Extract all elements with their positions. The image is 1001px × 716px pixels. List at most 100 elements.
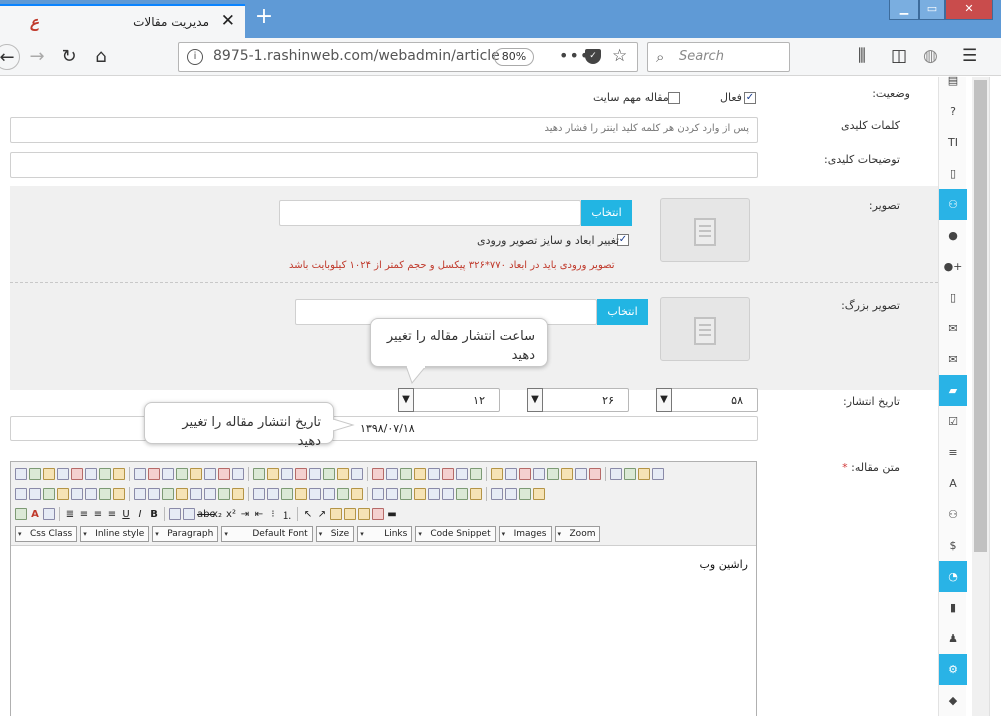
bg-color-icon[interactable]	[15, 508, 27, 520]
toolbar-button-icon[interactable]	[386, 488, 398, 500]
underline-icon[interactable]: U	[120, 509, 132, 520]
editor-combo-images[interactable]: ▾ Images	[498, 526, 552, 542]
align-right-icon[interactable]: ≡	[106, 509, 118, 520]
bookmark-star-icon[interactable]: ☆	[612, 46, 627, 66]
spellcheck-icon[interactable]	[169, 508, 181, 520]
big-image-choose-button[interactable]: انتخاب	[597, 299, 648, 325]
pointer-icon[interactable]: ↖	[302, 509, 314, 520]
editor-content-area[interactable]: راشین وب	[11, 546, 756, 716]
text-color-icon[interactable]: A	[29, 509, 41, 520]
toolbar-button-icon[interactable]	[456, 488, 468, 500]
toolbar-button-icon[interactable]	[428, 488, 440, 500]
toolbar-button-icon[interactable]	[29, 488, 41, 500]
italic-icon[interactable]: I	[134, 509, 146, 520]
browser-tab[interactable]: ع مدیریت مقالات ✕	[0, 4, 245, 38]
outdent-icon[interactable]: ⇤	[253, 509, 265, 520]
frame-icon[interactable]	[372, 508, 384, 520]
toolbar-button-icon[interactable]	[134, 468, 146, 480]
pocket-icon[interactable]: ✓	[585, 49, 601, 64]
toolbar-button-icon[interactable]	[519, 488, 531, 500]
reload-icon[interactable]: ↻	[56, 44, 82, 70]
horizontal-rule-icon[interactable]: ▬	[386, 509, 398, 520]
user-add-icon[interactable]: ●+	[939, 251, 967, 282]
comments-icon[interactable]: ✉	[939, 313, 967, 344]
editor-text[interactable]: راشین وب	[700, 558, 748, 571]
align-justify-icon[interactable]: ≣	[64, 509, 76, 520]
mobile-icon[interactable]: ▯	[939, 282, 967, 313]
check-square-icon[interactable]: ☑	[939, 406, 967, 437]
toolbar-button-icon[interactable]	[295, 488, 307, 500]
toolbar-button-icon[interactable]	[575, 468, 587, 480]
hour-select[interactable]: ▼ ۲۶	[527, 388, 629, 412]
toolbar-button-icon[interactable]	[71, 488, 83, 500]
toolbar-button-icon[interactable]	[505, 488, 517, 500]
toolbar-button-icon[interactable]	[519, 468, 531, 480]
envelope-icon[interactable]: ✉	[939, 344, 967, 375]
toolbar-button-icon[interactable]	[533, 468, 545, 480]
toolbar-button-icon[interactable]	[190, 488, 202, 500]
superscript-icon[interactable]: x²	[225, 509, 237, 520]
important-article-checkbox[interactable]	[668, 92, 680, 104]
group-icon[interactable]: ⚇	[939, 499, 967, 530]
toolbar-button-icon[interactable]	[113, 488, 125, 500]
toolbar-button-icon[interactable]	[337, 468, 349, 480]
remove-format-icon[interactable]	[43, 508, 55, 520]
toolbar-button-icon[interactable]	[323, 488, 335, 500]
pie-chart-icon[interactable]: ◔	[939, 561, 967, 592]
toolbar-button-icon[interactable]	[218, 468, 230, 480]
copy-format-icon[interactable]	[344, 508, 356, 520]
table-grid-icon[interactable]	[330, 508, 342, 520]
keyword-description-input[interactable]	[10, 152, 758, 178]
toolbar-button-icon[interactable]	[428, 468, 440, 480]
bold-icon[interactable]: B	[148, 509, 160, 520]
toolbar-button-icon[interactable]	[386, 468, 398, 480]
editor-combo-default-font[interactable]: ▾ Default Font	[221, 526, 313, 542]
keywords-input[interactable]: پس از وارد کردن هر کلمه کلید اینتر را فش…	[10, 117, 758, 143]
editor-combo-code-snippet[interactable]: ▾ Code Snippet	[415, 526, 496, 542]
toolbar-button-icon[interactable]	[400, 468, 412, 480]
toolbar-button-icon[interactable]	[162, 468, 174, 480]
toolbar-button-icon[interactable]	[15, 468, 27, 480]
align-center-icon[interactable]: ≡	[92, 509, 104, 520]
editor-combo-inline-style[interactable]: ▾ Inline style	[80, 526, 150, 542]
toolbar-button-icon[interactable]	[624, 468, 636, 480]
toolbar-button-icon[interactable]	[176, 468, 188, 480]
toolbar-button-icon[interactable]	[218, 488, 230, 500]
toolbar-button-icon[interactable]	[85, 468, 97, 480]
toolbar-button-icon[interactable]	[442, 488, 454, 500]
toolbar-button-icon[interactable]	[267, 488, 279, 500]
toolbar-button-icon[interactable]	[309, 468, 321, 480]
new-tab-icon[interactable]: +	[252, 6, 276, 30]
site-info-icon[interactable]: i	[187, 49, 203, 65]
toolbar-button-icon[interactable]	[253, 468, 265, 480]
url-text[interactable]: 8975-1.rashinweb.com/webadmin/article	[213, 48, 500, 64]
subscript-icon[interactable]: x₂	[211, 509, 223, 520]
toolbar-button-icon[interactable]	[148, 468, 160, 480]
toolbar-button-icon[interactable]	[351, 468, 363, 480]
rich-text-editor[interactable]: A ≣ ≡ ≡ ≡ U I B abc x₂ x² ⇥ ⇤ ⁝ ⒈ ↖ ↗ ▬ …	[10, 461, 757, 716]
toolbar-button-icon[interactable]	[232, 468, 244, 480]
paste-format-icon[interactable]	[358, 508, 370, 520]
zoom-level[interactable]: 80%	[494, 48, 534, 66]
indent-icon[interactable]: ⇥	[239, 509, 251, 520]
tags-icon[interactable]: ◆	[939, 685, 967, 716]
gear-icon[interactable]: ⚙	[939, 654, 967, 685]
users-icon[interactable]: ⚇	[939, 189, 967, 220]
toolbar-button-icon[interactable]	[533, 488, 545, 500]
toolbar-button-icon[interactable]	[372, 468, 384, 480]
select-icon[interactable]: ↗	[316, 509, 328, 520]
toolbar-button-icon[interactable]	[295, 468, 307, 480]
user-secret-icon[interactable]: ♟	[939, 623, 967, 654]
editor-combo-paragraph[interactable]: ▾ Paragraph	[152, 526, 219, 542]
align-left-icon[interactable]: ≡	[78, 509, 90, 520]
globe-icon[interactable]: ◍	[923, 46, 938, 66]
toolbar-button-icon[interactable]	[113, 468, 125, 480]
forward-icon[interactable]: →	[24, 44, 50, 70]
toolbar-button-icon[interactable]	[253, 488, 265, 500]
window-maximize-button[interactable]: ▭	[919, 0, 945, 20]
toolbar-button-icon[interactable]	[414, 488, 426, 500]
toolbar-button-icon[interactable]	[15, 488, 27, 500]
toolbar-button-icon[interactable]	[267, 468, 279, 480]
home-icon[interactable]: ⌂	[88, 44, 114, 70]
list-icon[interactable]: ≡	[939, 437, 967, 468]
